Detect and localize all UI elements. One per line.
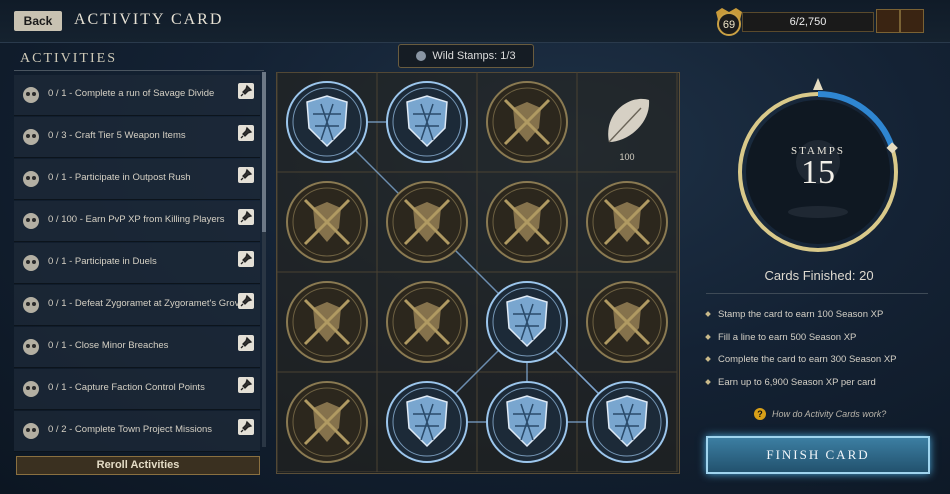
info-text: Fill a line to earn 500 Season XP xyxy=(718,332,857,343)
skull-icon xyxy=(20,168,42,190)
leaf-icon xyxy=(20,84,42,106)
pin-icon[interactable] xyxy=(238,293,254,309)
activity-label: 0 / 1 - Defeat Zygoramet at Zygoramet's … xyxy=(48,298,245,309)
help-link[interactable]: How do Activity Cards work? xyxy=(772,409,886,419)
activity-item[interactable]: 0 / 100 - Earn PvP XP from Killing Playe… xyxy=(14,201,260,242)
divider xyxy=(14,70,264,71)
info-line: Stamp the card to earn 100 Season XP xyxy=(705,309,884,320)
help-icon[interactable]: ? xyxy=(754,408,766,420)
skull-icon xyxy=(20,252,42,274)
wild-stamps-counter: Wild Stamps: 1/3 xyxy=(398,44,534,68)
ring-top-marker-icon xyxy=(813,78,823,90)
page-title: ACTIVITY CARD xyxy=(74,11,224,28)
level-value: 69 xyxy=(723,19,735,31)
scroll-icon[interactable] xyxy=(900,9,924,33)
level-badge: 69 xyxy=(716,8,742,36)
activity-item[interactable]: 0 / 1 - Defeat Zygoramet at Zygoramet's … xyxy=(14,285,260,326)
activity-item[interactable]: 0 / 1 - Complete a run of Savage Divide xyxy=(14,75,260,116)
activity-item[interactable]: 0 / 1 - Participate in Duels xyxy=(14,243,260,284)
activity-item[interactable]: 0 / 2 - Complete Town Project Missions xyxy=(14,411,260,452)
wild-stamp-icon xyxy=(416,51,427,62)
divider xyxy=(706,293,928,294)
pin-icon[interactable] xyxy=(238,125,254,141)
activity-item[interactable]: 0 / 1 - Close Minor Breaches xyxy=(14,327,260,368)
activity-label: 0 / 1 - Capture Faction Control Points xyxy=(48,382,205,393)
skull-icon xyxy=(20,378,42,400)
pin-icon[interactable] xyxy=(238,167,254,183)
crossed-swords-icon xyxy=(20,336,42,358)
activities-heading: ACTIVITIES xyxy=(20,51,117,66)
activity-item[interactable]: 0 / 1 - Participate in Outpost Rush xyxy=(14,159,260,200)
pin-icon[interactable] xyxy=(238,251,254,267)
reward-value: 100 xyxy=(619,152,634,162)
shield-cross-icon xyxy=(20,294,42,316)
activity-label: 0 / 1 - Complete a run of Savage Divide xyxy=(48,88,215,99)
activity-label: 0 / 1 - Participate in Outpost Rush xyxy=(48,172,191,183)
wild-stamps-text: Wild Stamps: 1/3 xyxy=(432,50,516,62)
activity-label: 0 / 1 - Participate in Duels xyxy=(48,256,157,267)
finish-card-button[interactable]: FINISH CARD xyxy=(706,436,930,474)
pin-icon[interactable] xyxy=(238,209,254,225)
pouch-icon xyxy=(20,126,42,148)
info-line: Earn up to 6,900 Season XP per card xyxy=(705,377,876,388)
scrollbar-thumb[interactable] xyxy=(262,72,266,232)
pin-icon[interactable] xyxy=(238,377,254,393)
reroll-button[interactable]: Reroll Activities xyxy=(16,456,260,475)
info-text: Earn up to 6,900 Season XP per card xyxy=(718,377,876,388)
stamp-base xyxy=(788,206,848,218)
stamps-value: 15 xyxy=(801,154,835,191)
activity-label: 0 / 1 - Close Minor Breaches xyxy=(48,340,169,351)
info-line: Fill a line to earn 500 Season XP xyxy=(705,332,857,343)
back-button[interactable]: Back xyxy=(14,11,62,31)
cards-finished: Cards Finished: 20 xyxy=(764,268,874,283)
info-text: Stamp the card to earn 100 Season XP xyxy=(718,309,884,320)
pin-icon[interactable] xyxy=(238,83,254,99)
info-text: Complete the card to earn 300 Season XP xyxy=(718,354,897,365)
skull-icon xyxy=(20,210,42,232)
wand-icon[interactable] xyxy=(876,9,900,33)
hammer-icon xyxy=(20,420,42,442)
pin-icon[interactable] xyxy=(238,335,254,351)
activity-item[interactable]: 0 / 3 - Craft Tier 5 Weapon Items xyxy=(14,117,260,158)
activity-label: 0 / 2 - Complete Town Project Missions xyxy=(48,424,213,435)
activity-label: 0 / 100 - Earn PvP XP from Killing Playe… xyxy=(48,214,225,225)
activity-item[interactable]: 0 / 1 - Capture Faction Control Points xyxy=(14,369,260,410)
info-line: Complete the card to earn 300 Season XP xyxy=(705,354,897,365)
activity-label: 0 / 3 - Craft Tier 5 Weapon Items xyxy=(48,130,186,141)
bingo-grid-drawing: 100 xyxy=(276,72,678,472)
xp-bar: 6/2,750 xyxy=(742,12,874,32)
pin-icon[interactable] xyxy=(238,419,254,435)
